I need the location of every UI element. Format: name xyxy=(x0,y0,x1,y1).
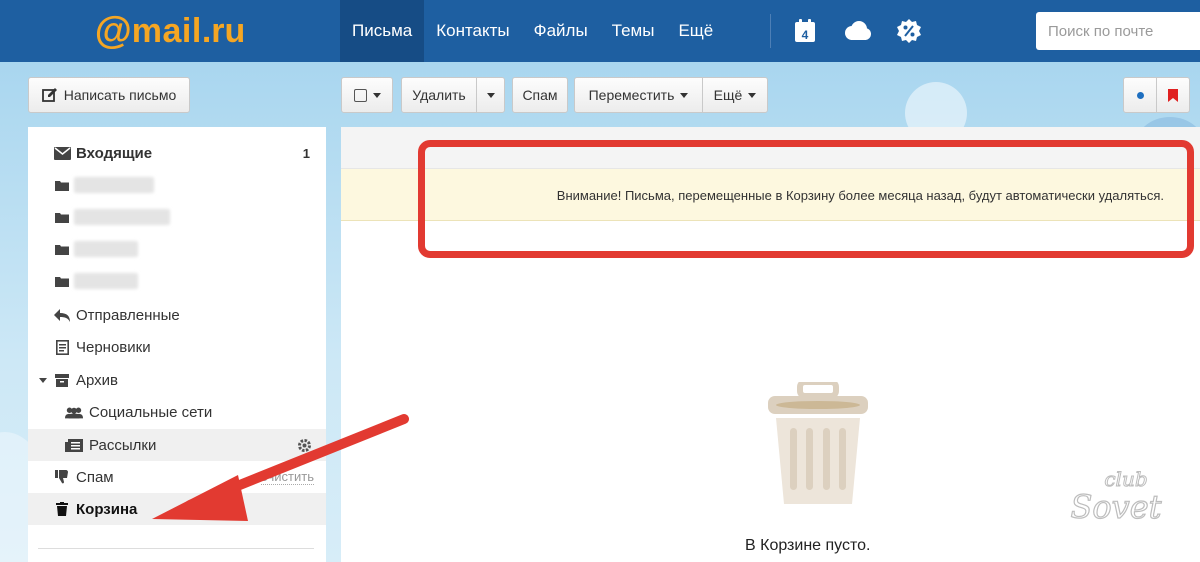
mark-read-button[interactable] xyxy=(1123,77,1157,113)
folder-sent-label: Отправленные xyxy=(76,306,180,324)
reply-arrow-icon xyxy=(53,306,71,324)
redacted-folder-name xyxy=(74,177,154,193)
folder-archive-label: Архив xyxy=(76,371,119,389)
folder-trash-label: Корзина xyxy=(76,500,138,518)
folder-drafts-label: Черновики xyxy=(76,338,151,356)
delete-label: Удалить xyxy=(412,87,466,103)
empty-trash-icon xyxy=(766,382,870,504)
folder-custom-1[interactable] xyxy=(28,169,326,201)
compose-icon xyxy=(41,87,58,103)
search-box xyxy=(1036,12,1200,50)
envelope-icon xyxy=(53,144,71,162)
delete-dropdown-button[interactable] xyxy=(476,77,505,113)
unread-dot-icon xyxy=(1136,91,1144,99)
compose-label: Написать письмо xyxy=(63,87,177,103)
folder-archive[interactable]: Архив xyxy=(28,364,326,396)
folder-custom-4[interactable] xyxy=(28,265,326,297)
flag-button[interactable] xyxy=(1156,77,1190,113)
draft-document-icon xyxy=(53,338,71,356)
thumbs-down-icon xyxy=(53,468,71,486)
sidebar-divider xyxy=(38,548,314,549)
svg-text:4: 4 xyxy=(802,28,809,42)
folder-drafts[interactable]: Черновики xyxy=(28,331,326,363)
redacted-folder-name xyxy=(74,273,138,289)
main-nav: Письма Контакты Файлы Темы Ещё xyxy=(340,0,725,62)
compose-button[interactable]: Написать письмо xyxy=(28,77,190,113)
chevron-down-icon xyxy=(680,92,689,98)
folder-newsletters-label: Рассылки xyxy=(89,436,157,454)
move-button[interactable]: Переместить xyxy=(574,77,703,113)
top-bar: @ mail .ru Письма Контакты Файлы Темы Ещё … xyxy=(0,0,1200,62)
chevron-down-icon xyxy=(372,92,381,98)
watermark-logo: club Sovet club Sovet xyxy=(1066,462,1170,530)
folder-social-label: Социальные сети xyxy=(89,403,213,421)
spam-button[interactable]: Спам xyxy=(512,77,568,113)
people-group-icon xyxy=(65,403,83,421)
more-button[interactable]: Ещё xyxy=(702,77,768,113)
folder-custom-3[interactable] xyxy=(28,233,326,265)
collapse-arrow-icon[interactable] xyxy=(39,377,47,383)
calendar-icon[interactable]: 4 xyxy=(790,16,820,46)
nav-item-letters[interactable]: Письма xyxy=(340,0,425,62)
redacted-folder-name xyxy=(74,241,138,257)
folder-social[interactable]: Социальные сети xyxy=(28,396,326,428)
folder-trash[interactable]: Корзина xyxy=(28,493,326,525)
folder-sidebar: Входящие 1 Отправленные Черновики Архив … xyxy=(28,127,326,562)
checkbox-icon xyxy=(353,88,367,102)
more-label: Ещё xyxy=(713,87,743,103)
move-label: Переместить xyxy=(588,87,675,103)
chevron-down-icon xyxy=(748,92,757,98)
folder-spam[interactable]: Спам очистить xyxy=(28,461,326,493)
nav-item-themes[interactable]: Темы xyxy=(600,0,667,62)
delete-button[interactable]: Удалить xyxy=(401,77,477,113)
archive-box-icon xyxy=(53,371,71,389)
newsletter-icon xyxy=(65,436,83,454)
folder-inbox-label: Входящие xyxy=(76,144,153,162)
nav-item-more[interactable]: Ещё xyxy=(666,0,725,62)
folder-icon xyxy=(53,176,71,194)
empty-trash-text: В Корзине пусто. xyxy=(745,537,871,554)
logo-name: mail xyxy=(131,12,202,50)
folder-sent[interactable]: Отправленные xyxy=(28,299,326,331)
svg-text:Sovet: Sovet xyxy=(1070,488,1161,526)
chevron-down-icon xyxy=(486,92,495,98)
discount-icon[interactable] xyxy=(894,16,924,46)
search-input[interactable] xyxy=(1048,22,1188,40)
nav-item-files[interactable]: Файлы xyxy=(522,0,600,62)
logo-ru: .ru xyxy=(201,12,246,50)
gear-icon[interactable] xyxy=(297,438,312,453)
clear-spam-link[interactable]: очистить xyxy=(260,469,314,485)
folder-inbox[interactable]: Входящие 1 xyxy=(28,137,326,169)
folder-newsletters[interactable]: Рассылки xyxy=(28,429,326,461)
cloud-icon[interactable] xyxy=(842,16,872,46)
redacted-folder-name xyxy=(74,209,170,225)
folder-icon xyxy=(53,240,71,258)
select-all-checkbox[interactable] xyxy=(341,77,393,113)
folder-spam-label: Спам xyxy=(76,468,114,486)
trash-icon xyxy=(53,500,71,518)
spam-label: Спам xyxy=(522,87,558,103)
folder-icon xyxy=(53,208,71,226)
nav-item-contacts[interactable]: Контакты xyxy=(424,0,521,62)
nav-icons: 4 xyxy=(790,0,924,62)
folder-icon xyxy=(53,272,71,290)
folder-custom-2[interactable] xyxy=(28,201,326,233)
mail-ru-logo[interactable]: @ mail .ru xyxy=(0,0,340,62)
annotation-highlight-frame xyxy=(418,140,1194,258)
logo-at: @ xyxy=(94,10,132,52)
inbox-unread-count: 1 xyxy=(302,145,310,161)
nav-divider xyxy=(770,14,771,48)
flag-icon xyxy=(1168,88,1178,102)
